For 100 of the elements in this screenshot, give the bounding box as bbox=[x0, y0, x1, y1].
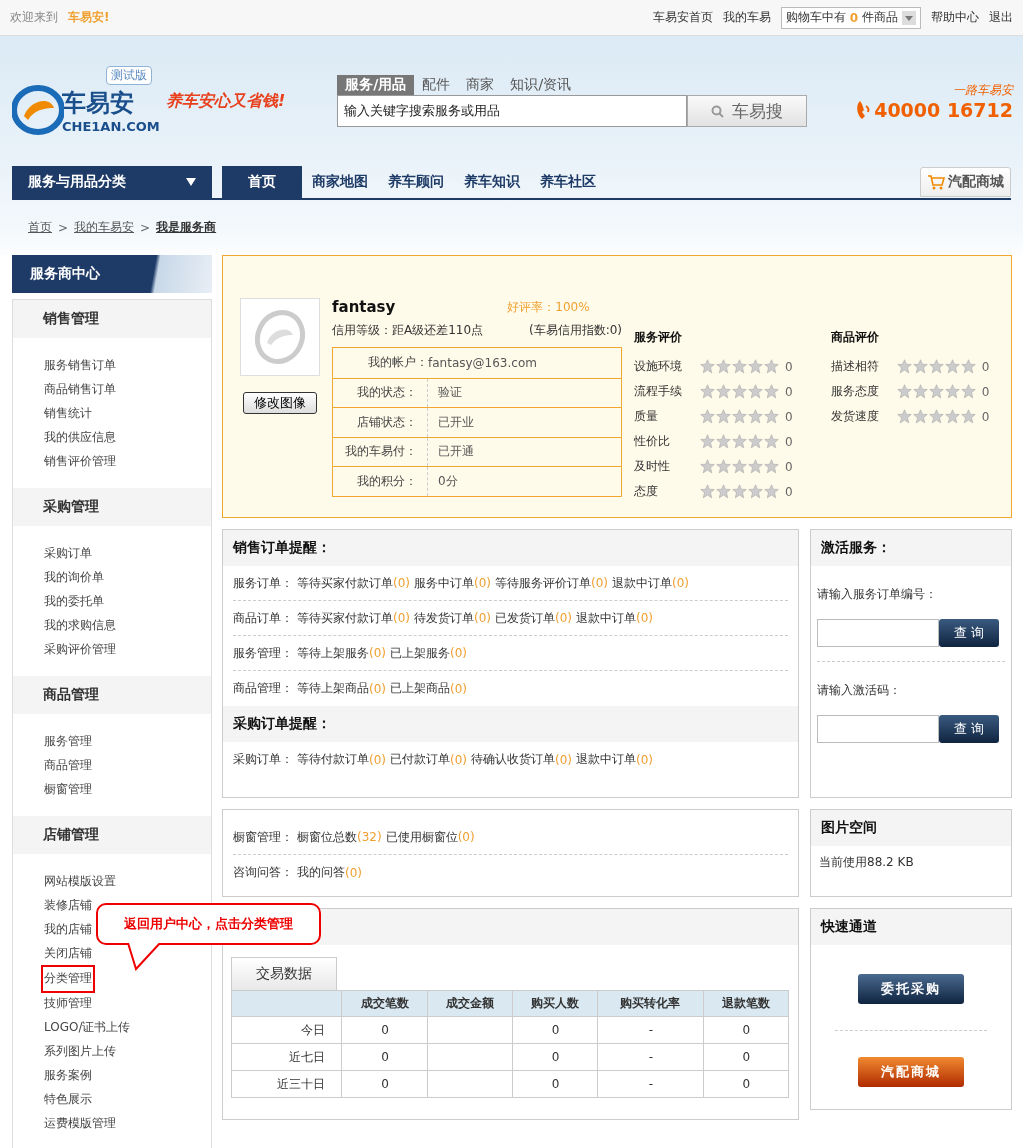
order-link[interactable]: 等待买家付款订单 bbox=[297, 574, 393, 592]
order-link[interactable]: 已上架服务 bbox=[390, 644, 450, 662]
input-field[interactable] bbox=[817, 619, 939, 647]
trade-tab[interactable]: 交易数据 bbox=[231, 957, 337, 990]
order-link[interactable]: 等待服务评价订单 bbox=[495, 574, 591, 592]
rating-count: 0 bbox=[785, 459, 793, 474]
sidebar-link[interactable]: 橱窗管理 bbox=[43, 778, 93, 802]
table-cell: 0 bbox=[703, 1070, 789, 1098]
order-count: (0) bbox=[450, 646, 467, 660]
cart-dropdown[interactable]: 购物车中有 0 件商品 bbox=[780, 6, 921, 29]
table-cell: - bbox=[597, 1016, 704, 1044]
rating-count: 0 bbox=[785, 384, 793, 399]
order-count: (0) bbox=[457, 830, 475, 844]
table-cell: 0 bbox=[703, 1016, 789, 1044]
rating-label: 流程手续 bbox=[634, 383, 683, 400]
top-link[interactable]: 退出 bbox=[989, 9, 1013, 26]
sidebar-link[interactable]: 采购评价管理 bbox=[43, 638, 117, 662]
top-link[interactable]: 车易安首页 bbox=[652, 9, 713, 26]
order-link[interactable]: 已使用橱窗位 bbox=[385, 828, 458, 846]
order-link[interactable]: 等待买家付款订单 bbox=[297, 609, 393, 627]
breadcrumb-link[interactable]: 首页 bbox=[28, 219, 52, 236]
order-link[interactable]: 退款中订单 bbox=[612, 574, 672, 592]
quick-button[interactable]: 汽配商城 bbox=[858, 1057, 964, 1087]
account-value: 已开业 bbox=[437, 413, 474, 431]
row-label: 商品订单： bbox=[233, 609, 293, 627]
panel-heading: 快速通道 bbox=[811, 909, 1011, 945]
sidebar-link[interactable]: 商品销售订单 bbox=[43, 378, 117, 402]
logo-domain: CHE1AN.COM bbox=[62, 118, 160, 134]
order-link[interactable]: 待发货订单 bbox=[414, 609, 474, 627]
order-link[interactable]: 退款中订单 bbox=[576, 609, 636, 627]
table-cell: 0 bbox=[341, 1043, 428, 1071]
breadcrumb-link[interactable]: 我是服务商 bbox=[156, 219, 217, 236]
cart-icon bbox=[927, 174, 945, 190]
sidebar-link[interactable]: 网站模版设置 bbox=[43, 870, 117, 894]
sidebar-link[interactable]: 销售评价管理 bbox=[43, 450, 117, 474]
query-button[interactable]: 查 询 bbox=[939, 619, 999, 647]
sidebar-link[interactable]: 商品管理 bbox=[43, 754, 93, 778]
sidebar-link[interactable]: 我的询价单 bbox=[43, 566, 105, 590]
column-header: 购买转化率 bbox=[597, 990, 704, 1017]
query-button[interactable]: 查 询 bbox=[939, 715, 999, 743]
nav-tab[interactable]: 首页 bbox=[222, 166, 302, 198]
search-field[interactable]: 输入关键字搜索服务或用品 bbox=[337, 95, 688, 127]
account-label: 我的状态： bbox=[333, 378, 428, 407]
mall-button[interactable]: 汽配商城 bbox=[920, 167, 1011, 197]
order-link[interactable]: 等待付款订单 bbox=[297, 751, 369, 768]
sidebar-link[interactable]: 服务销售订单 bbox=[43, 354, 117, 378]
top-link[interactable]: 帮助中心 bbox=[931, 9, 979, 26]
nav-tab[interactable]: 养车社区 bbox=[530, 166, 606, 198]
rating-count: 0 bbox=[981, 384, 990, 399]
field-label: 请输入服务订单编号： bbox=[817, 587, 937, 601]
sidebar-link[interactable]: 运费模版管理 bbox=[43, 1112, 117, 1136]
edit-avatar-button[interactable]: 修改图像 bbox=[243, 392, 317, 414]
sidebar-link[interactable]: 分类管理 bbox=[43, 967, 93, 991]
order-link[interactable]: 已发货订单 bbox=[495, 609, 555, 627]
account-label: 店铺状态： bbox=[333, 408, 428, 437]
table-cell: - bbox=[597, 1043, 704, 1071]
order-link[interactable]: 已付款订单 bbox=[390, 751, 450, 768]
order-link[interactable]: 等待上架服务 bbox=[297, 644, 369, 662]
top-link[interactable]: 我的车易 bbox=[722, 9, 771, 26]
breadcrumb-link[interactable]: 我的车易安 bbox=[74, 219, 135, 236]
order-link[interactable]: 待确认收货订单 bbox=[471, 751, 555, 768]
sidebar-link[interactable]: 销售统计 bbox=[43, 402, 93, 426]
order-link[interactable]: 服务中订单 bbox=[414, 574, 474, 592]
sidebar-link[interactable]: 装修店铺 bbox=[43, 894, 93, 918]
order-link[interactable]: 我的问答 bbox=[297, 864, 345, 881]
input-field[interactable] bbox=[817, 715, 939, 743]
order-link[interactable]: 退款中订单 bbox=[576, 751, 636, 768]
storage-usage: 当前使用88.2 KB bbox=[819, 855, 914, 869]
row-label: 服务管理： bbox=[233, 644, 293, 662]
sidebar-link[interactable]: 我的委托单 bbox=[43, 590, 105, 614]
nav-tab[interactable]: 养车顾问 bbox=[378, 166, 454, 198]
sidebar-link[interactable]: 技师管理 bbox=[43, 992, 93, 1016]
sidebar-link[interactable]: 关闭店铺 bbox=[43, 942, 93, 966]
search-button[interactable]: 车易搜 bbox=[687, 95, 808, 127]
account-label: 我的帐户： bbox=[367, 354, 428, 372]
order-count: (0) bbox=[369, 646, 386, 660]
sidebar-link[interactable]: 系列图片上传 bbox=[43, 1040, 117, 1064]
sidebar-link[interactable]: 采购订单 bbox=[43, 542, 93, 566]
nav-tab[interactable]: 商家地图 bbox=[302, 166, 378, 198]
sidebar-link[interactable]: 我的供应信息 bbox=[43, 426, 117, 450]
sidebar-link[interactable]: 服务管理 bbox=[43, 730, 93, 754]
quick-button[interactable]: 委托采购 bbox=[858, 974, 964, 1004]
order-link[interactable]: 已上架商品 bbox=[390, 680, 450, 697]
nav-tab[interactable]: 养车知识 bbox=[454, 166, 530, 198]
search-tab[interactable]: 知识/资讯 bbox=[502, 75, 580, 95]
category-menu[interactable]: 服务与用品分类 bbox=[12, 166, 212, 198]
column-header: 购买人数 bbox=[512, 990, 598, 1017]
sidebar-link[interactable]: 服务案例 bbox=[43, 1064, 93, 1088]
account-value: 已开通 bbox=[437, 443, 474, 461]
rating-count: 0 bbox=[981, 409, 990, 424]
sidebar-link[interactable]: LOGO/证书上传 bbox=[43, 1016, 132, 1040]
order-link[interactable]: 等待上架商品 bbox=[297, 680, 369, 697]
order-link[interactable]: 橱窗位总数 bbox=[297, 828, 357, 846]
sidebar-link[interactable]: 我的店铺 bbox=[43, 918, 93, 942]
search-tab[interactable]: 服务/用品 bbox=[337, 75, 415, 95]
search-tab[interactable]: 配件 bbox=[414, 75, 459, 95]
sidebar-link[interactable]: 特色展示 bbox=[43, 1088, 93, 1112]
search-tab[interactable]: 商家 bbox=[458, 75, 503, 95]
row-header: 今日 bbox=[231, 1016, 342, 1044]
sidebar-link[interactable]: 我的求购信息 bbox=[43, 614, 117, 638]
